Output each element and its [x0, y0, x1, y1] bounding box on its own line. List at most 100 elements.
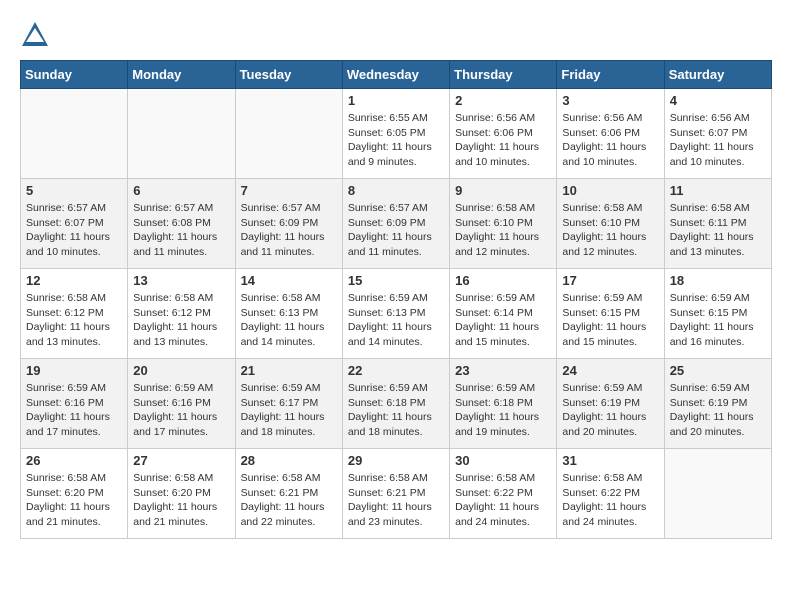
day-info: Sunrise: 6:55 AM Sunset: 6:05 PM Dayligh…: [348, 111, 444, 170]
calendar-cell: 12 Sunrise: 6:58 AM Sunset: 6:12 PM Dayli…: [21, 269, 128, 359]
day-info: Sunrise: 6:58 AM Sunset: 6:13 PM Dayligh…: [241, 291, 337, 350]
day-number: 3: [562, 93, 658, 108]
day-number: 1: [348, 93, 444, 108]
weekday-header-friday: Friday: [557, 61, 664, 89]
day-info: Sunrise: 6:57 AM Sunset: 6:09 PM Dayligh…: [348, 201, 444, 260]
day-number: 20: [133, 363, 229, 378]
day-info: Sunrise: 6:56 AM Sunset: 6:07 PM Dayligh…: [670, 111, 766, 170]
calendar-cell: 23 Sunrise: 6:59 AM Sunset: 6:18 PM Dayli…: [450, 359, 557, 449]
calendar-cell: 8Sunrise: 6:57 AM Sunset: 6:09 PM Daylig…: [342, 179, 449, 269]
weekday-header-saturday: Saturday: [664, 61, 771, 89]
calendar-cell: 20 Sunrise: 6:59 AM Sunset: 6:16 PM Dayli…: [128, 359, 235, 449]
calendar-cell: 27Sunrise: 6:58 AM Sunset: 6:20 PM Dayli…: [128, 449, 235, 539]
day-info: Sunrise: 6:57 AM Sunset: 6:08 PM Dayligh…: [133, 201, 229, 260]
calendar-cell: 4Sunrise: 6:56 AM Sunset: 6:07 PM Daylig…: [664, 89, 771, 179]
day-info: Sunrise: 6:59 AM Sunset: 6:19 PM Dayligh…: [670, 381, 766, 440]
calendar-cell: 25 Sunrise: 6:59 AM Sunset: 6:19 PM Dayli…: [664, 359, 771, 449]
day-number: 12: [26, 273, 122, 288]
day-number: 29: [348, 453, 444, 468]
day-number: 25: [670, 363, 766, 378]
day-number: 31: [562, 453, 658, 468]
calendar-cell: 29 Sunrise: 6:58 AM Sunset: 6:21 PM Dayli…: [342, 449, 449, 539]
day-number: 30: [455, 453, 551, 468]
calendar-cell: [21, 89, 128, 179]
calendar-cell: 26 Sunrise: 6:58 AM Sunset: 6:20 PM Dayli…: [21, 449, 128, 539]
calendar-cell: 14 Sunrise: 6:58 AM Sunset: 6:13 PM Dayli…: [235, 269, 342, 359]
day-info: Sunrise: 6:59 AM Sunset: 6:15 PM Dayligh…: [670, 291, 766, 350]
day-info: Sunrise: 6:59 AM Sunset: 6:19 PM Dayligh…: [562, 381, 658, 440]
day-info: Sunrise: 6:58 AM Sunset: 6:21 PM Dayligh…: [241, 471, 337, 530]
day-number: 24: [562, 363, 658, 378]
calendar-week-row: 5Sunrise: 6:57 AM Sunset: 6:07 PM Daylig…: [21, 179, 772, 269]
calendar-week-row: 19 Sunrise: 6:59 AM Sunset: 6:16 PM Dayli…: [21, 359, 772, 449]
calendar-cell: 7 Sunrise: 6:57 AM Sunset: 6:09 PM Daylig…: [235, 179, 342, 269]
day-number: 18: [670, 273, 766, 288]
calendar-cell: 2 Sunrise: 6:56 AM Sunset: 6:06 PM Daylig…: [450, 89, 557, 179]
day-info: Sunrise: 6:59 AM Sunset: 6:18 PM Dayligh…: [348, 381, 444, 440]
calendar-week-row: 1 Sunrise: 6:55 AM Sunset: 6:05 PM Daylig…: [21, 89, 772, 179]
day-number: 19: [26, 363, 122, 378]
calendar-cell: 5Sunrise: 6:57 AM Sunset: 6:07 PM Daylig…: [21, 179, 128, 269]
day-number: 7: [241, 183, 337, 198]
page-header: [20, 20, 772, 50]
weekday-header-monday: Monday: [128, 61, 235, 89]
calendar-cell: 18 Sunrise: 6:59 AM Sunset: 6:15 PM Dayli…: [664, 269, 771, 359]
day-info: Sunrise: 6:58 AM Sunset: 6:12 PM Dayligh…: [26, 291, 122, 350]
day-number: 26: [26, 453, 122, 468]
day-info: Sunrise: 6:57 AM Sunset: 6:09 PM Dayligh…: [241, 201, 337, 260]
weekday-header-tuesday: Tuesday: [235, 61, 342, 89]
day-number: 11: [670, 183, 766, 198]
calendar-table: SundayMondayTuesdayWednesdayThursdayFrid…: [20, 60, 772, 539]
calendar-cell: 17Sunrise: 6:59 AM Sunset: 6:15 PM Dayli…: [557, 269, 664, 359]
calendar-cell: [664, 449, 771, 539]
day-number: 13: [133, 273, 229, 288]
calendar-cell: 22 Sunrise: 6:59 AM Sunset: 6:18 PM Dayli…: [342, 359, 449, 449]
day-info: Sunrise: 6:58 AM Sunset: 6:22 PM Dayligh…: [562, 471, 658, 530]
day-info: Sunrise: 6:59 AM Sunset: 6:16 PM Dayligh…: [26, 381, 122, 440]
day-number: 15: [348, 273, 444, 288]
calendar-cell: 16 Sunrise: 6:59 AM Sunset: 6:14 PM Dayli…: [450, 269, 557, 359]
logo-icon: [20, 20, 50, 50]
calendar-week-row: 26 Sunrise: 6:58 AM Sunset: 6:20 PM Dayli…: [21, 449, 772, 539]
day-number: 2: [455, 93, 551, 108]
day-number: 22: [348, 363, 444, 378]
calendar-cell: 28Sunrise: 6:58 AM Sunset: 6:21 PM Dayli…: [235, 449, 342, 539]
day-info: Sunrise: 6:59 AM Sunset: 6:16 PM Dayligh…: [133, 381, 229, 440]
calendar-cell: 19 Sunrise: 6:59 AM Sunset: 6:16 PM Dayli…: [21, 359, 128, 449]
day-info: Sunrise: 6:58 AM Sunset: 6:10 PM Dayligh…: [455, 201, 551, 260]
day-number: 23: [455, 363, 551, 378]
calendar-cell: 11 Sunrise: 6:58 AM Sunset: 6:11 PM Dayli…: [664, 179, 771, 269]
calendar-cell: 3 Sunrise: 6:56 AM Sunset: 6:06 PM Daylig…: [557, 89, 664, 179]
day-number: 14: [241, 273, 337, 288]
weekday-header-sunday: Sunday: [21, 61, 128, 89]
calendar-cell: 31 Sunrise: 6:58 AM Sunset: 6:22 PM Dayli…: [557, 449, 664, 539]
day-info: Sunrise: 6:58 AM Sunset: 6:20 PM Dayligh…: [26, 471, 122, 530]
calendar-cell: 9 Sunrise: 6:58 AM Sunset: 6:10 PM Daylig…: [450, 179, 557, 269]
day-info: Sunrise: 6:56 AM Sunset: 6:06 PM Dayligh…: [562, 111, 658, 170]
day-number: 16: [455, 273, 551, 288]
day-number: 5: [26, 183, 122, 198]
day-info: Sunrise: 6:58 AM Sunset: 6:12 PM Dayligh…: [133, 291, 229, 350]
calendar-cell: 24 Sunrise: 6:59 AM Sunset: 6:19 PM Dayli…: [557, 359, 664, 449]
calendar-week-row: 12 Sunrise: 6:58 AM Sunset: 6:12 PM Dayli…: [21, 269, 772, 359]
day-info: Sunrise: 6:58 AM Sunset: 6:11 PM Dayligh…: [670, 201, 766, 260]
day-number: 10: [562, 183, 658, 198]
calendar-cell: [235, 89, 342, 179]
day-info: Sunrise: 6:59 AM Sunset: 6:13 PM Dayligh…: [348, 291, 444, 350]
weekday-header-wednesday: Wednesday: [342, 61, 449, 89]
day-info: Sunrise: 6:59 AM Sunset: 6:18 PM Dayligh…: [455, 381, 551, 440]
day-number: 21: [241, 363, 337, 378]
day-info: Sunrise: 6:56 AM Sunset: 6:06 PM Dayligh…: [455, 111, 551, 170]
day-info: Sunrise: 6:59 AM Sunset: 6:17 PM Dayligh…: [241, 381, 337, 440]
day-info: Sunrise: 6:58 AM Sunset: 6:21 PM Dayligh…: [348, 471, 444, 530]
calendar-cell: 21 Sunrise: 6:59 AM Sunset: 6:17 PM Dayli…: [235, 359, 342, 449]
day-number: 17: [562, 273, 658, 288]
calendar-cell: 15 Sunrise: 6:59 AM Sunset: 6:13 PM Dayli…: [342, 269, 449, 359]
weekday-header-thursday: Thursday: [450, 61, 557, 89]
calendar-cell: 13 Sunrise: 6:58 AM Sunset: 6:12 PM Dayli…: [128, 269, 235, 359]
day-number: 9: [455, 183, 551, 198]
logo: [20, 20, 54, 50]
calendar-cell: 10Sunrise: 6:58 AM Sunset: 6:10 PM Dayli…: [557, 179, 664, 269]
day-info: Sunrise: 6:59 AM Sunset: 6:14 PM Dayligh…: [455, 291, 551, 350]
day-info: Sunrise: 6:58 AM Sunset: 6:20 PM Dayligh…: [133, 471, 229, 530]
